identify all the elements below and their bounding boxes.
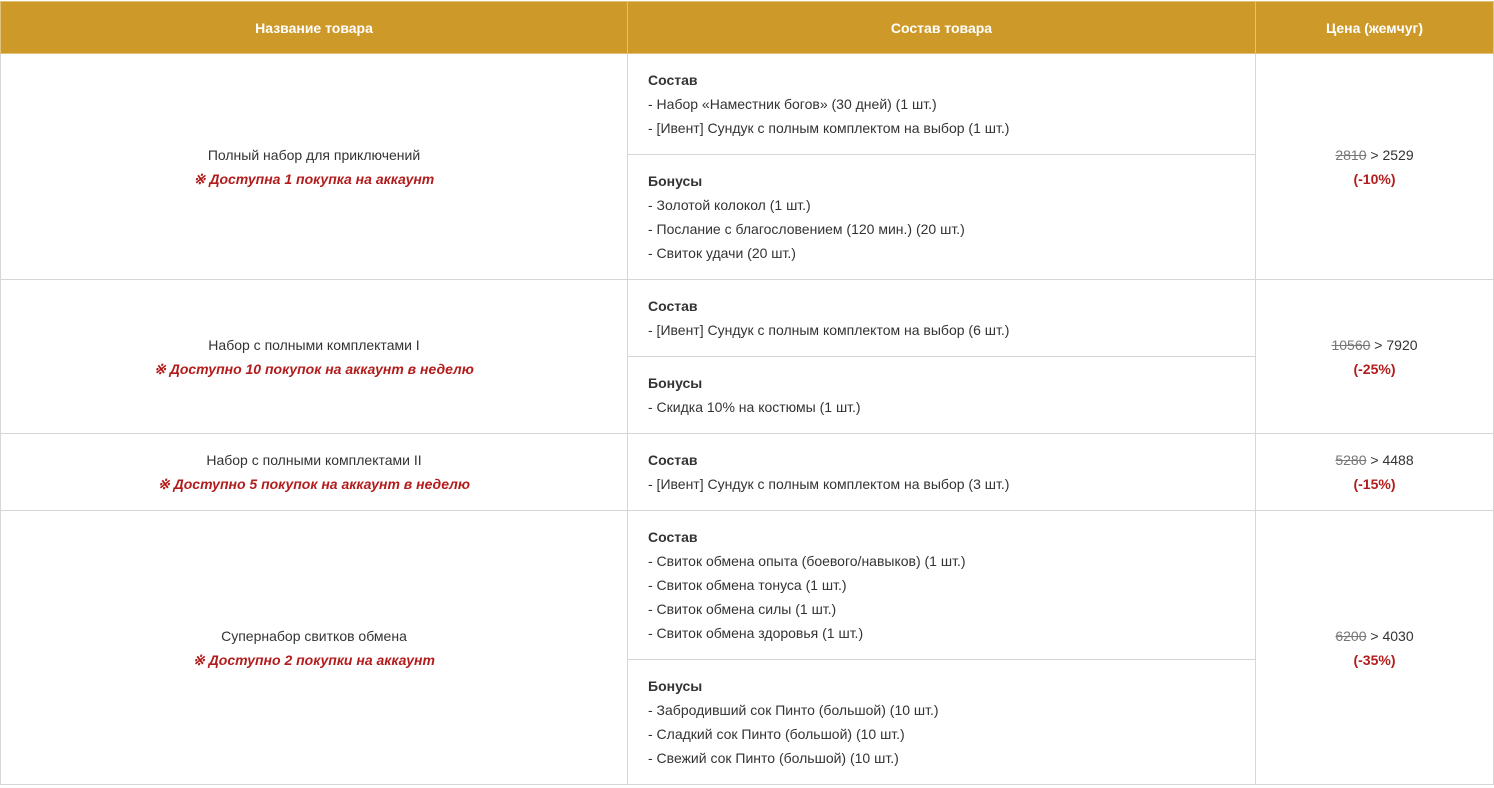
section-title: Состав: [648, 529, 698, 545]
price-cell: 10560 > 7920 (-25%): [1255, 279, 1494, 434]
discount-badge: (-25%): [1353, 360, 1396, 377]
contents-section: Состав - [Ивент] Сундук с полным комплект…: [628, 434, 1255, 510]
new-price: 2529: [1382, 146, 1414, 163]
section-title: Состав: [648, 452, 698, 468]
list-item: - Набор «Наместник богов» (30 дней) (1 ш…: [648, 96, 937, 112]
price-line: 5280 > 4488: [1256, 448, 1493, 472]
list-item: - Свиток обмена силы (1 шт.): [648, 601, 837, 617]
list-item: - Скидка 10% на костюмы (1 шт.): [648, 399, 861, 415]
old-price: 2810: [1335, 146, 1367, 163]
price-arrow: >: [1366, 452, 1383, 468]
product-contents-cell: Состав - [Ивент] Сундук с полным комплект…: [627, 279, 1256, 434]
list-item: - Послание с благословением (120 мин.) (…: [648, 221, 965, 237]
product-name-cell: Набор с полными комплектами I ※ Доступно …: [0, 279, 628, 434]
purchase-limit-note: ※ Доступно 10 покупок на аккаунт в недел…: [154, 360, 474, 377]
list-item: - Забродивший сок Пинто (большой) (10 шт…: [648, 702, 939, 718]
product-contents-cell: Состав - Свиток обмена опыта (боевого/нав…: [627, 510, 1256, 785]
product-name-cell: Полный набор для приключений ※ Доступна 1…: [0, 53, 628, 280]
section-title: Бонусы: [648, 678, 703, 694]
product-name-cell: Супернабор свитков обмена ※ Доступно 2 по…: [0, 510, 628, 785]
list-item: - Золотой колокол (1 шт.): [648, 197, 811, 213]
old-price: 5280: [1335, 452, 1367, 468]
section-title: Состав: [648, 298, 698, 314]
product-name: Супернабор свитков обмена: [221, 627, 407, 644]
purchase-limit-note: ※ Доступно 2 покупки на аккаунт: [193, 651, 435, 668]
list-item: - Свиток обмена здоровья (1 шт.): [648, 625, 864, 641]
discount-badge: (-10%): [1353, 170, 1396, 187]
section-title: Бонусы: [648, 375, 703, 391]
list-item: - Свиток удачи (20 шт.): [648, 245, 796, 261]
discount-badge: (-15%): [1353, 476, 1396, 492]
list-item: - Свиток обмена опыта (боевого/навыков) …: [648, 553, 966, 569]
list-item: - Свежий сок Пинто (большой) (10 шт.): [648, 750, 899, 766]
list-item: - [Ивент] Сундук с полным комплектом на …: [648, 120, 1010, 136]
contents-section: Состав - Свиток обмена опыта (боевого/нав…: [628, 511, 1255, 659]
shop-table: Название товара Состав товара Цена (жемч…: [0, 1, 1494, 785]
price-line: 2810 > 2529: [1256, 143, 1493, 167]
product-name: Набор с полными комплектами I: [208, 336, 420, 353]
contents-section: Состав - [Ивент] Сундук с полным комплект…: [628, 280, 1255, 356]
bonus-section: Бонусы - Золотой колокол (1 шт.) - Послани…: [628, 154, 1255, 279]
price-line: 10560 > 7920: [1256, 333, 1493, 357]
table-row: Полный набор для приключений ※ Доступна 1…: [0, 53, 1494, 280]
product-contents-cell: Состав - [Ивент] Сундук с полным комплект…: [627, 433, 1256, 511]
price-arrow: >: [1366, 627, 1383, 644]
bonus-section: Бонусы - Забродивший сок Пинто (большой) …: [628, 659, 1255, 784]
new-price: 4030: [1382, 627, 1414, 644]
contents-section: Состав - Набор «Наместник богов» (30 дней…: [628, 54, 1255, 154]
purchase-limit-note: ※ Доступно 5 покупок на аккаунт в неделю: [158, 476, 470, 492]
list-item: - Сладкий сок Пинто (большой) (10 шт.): [648, 726, 905, 742]
price-cell: 6200 > 4030 (-35%): [1255, 510, 1494, 785]
product-name-cell: Набор с полными комплектами II ※ Доступно…: [0, 433, 628, 511]
old-price: 10560: [1331, 336, 1371, 353]
purchase-limit-note: ※ Доступна 1 покупка на аккаунт: [193, 170, 435, 187]
list-item: - [Ивент] Сундук с полным комплектом на …: [648, 322, 1010, 338]
header-product-name: Название товара: [0, 1, 628, 54]
price-cell: 5280 > 4488 (-15%): [1255, 433, 1494, 511]
product-name: Набор с полными комплектами II: [206, 452, 422, 468]
product-name: Полный набор для приключений: [207, 146, 421, 163]
table-header-row: Название товара Состав товара Цена (жемч…: [0, 1, 1494, 54]
table-row: Набор с полными комплектами II ※ Доступно…: [0, 433, 1494, 511]
new-price: 7920: [1386, 336, 1418, 353]
bonus-section: Бонусы - Скидка 10% на костюмы (1 шт.): [628, 356, 1255, 433]
table-row: Набор с полными комплектами I ※ Доступно …: [0, 279, 1494, 434]
price-arrow: >: [1370, 336, 1387, 353]
new-price: 4488: [1382, 452, 1414, 468]
header-product-contents: Состав товара: [627, 1, 1256, 54]
product-contents-cell: Состав - Набор «Наместник богов» (30 дней…: [627, 53, 1256, 280]
section-title: Состав: [648, 72, 698, 88]
section-title: Бонусы: [648, 173, 703, 189]
list-item: - [Ивент] Сундук с полным комплектом на …: [648, 476, 1010, 492]
discount-badge: (-35%): [1353, 651, 1396, 668]
old-price: 6200: [1335, 627, 1367, 644]
table-row: Супернабор свитков обмена ※ Доступно 2 по…: [0, 510, 1494, 785]
price-arrow: >: [1366, 146, 1383, 163]
price-cell: 2810 > 2529 (-10%): [1255, 53, 1494, 280]
list-item: - Свиток обмена тонуса (1 шт.): [648, 577, 847, 593]
price-line: 6200 > 4030: [1256, 624, 1493, 648]
header-price: Цена (жемчуг): [1255, 1, 1494, 54]
